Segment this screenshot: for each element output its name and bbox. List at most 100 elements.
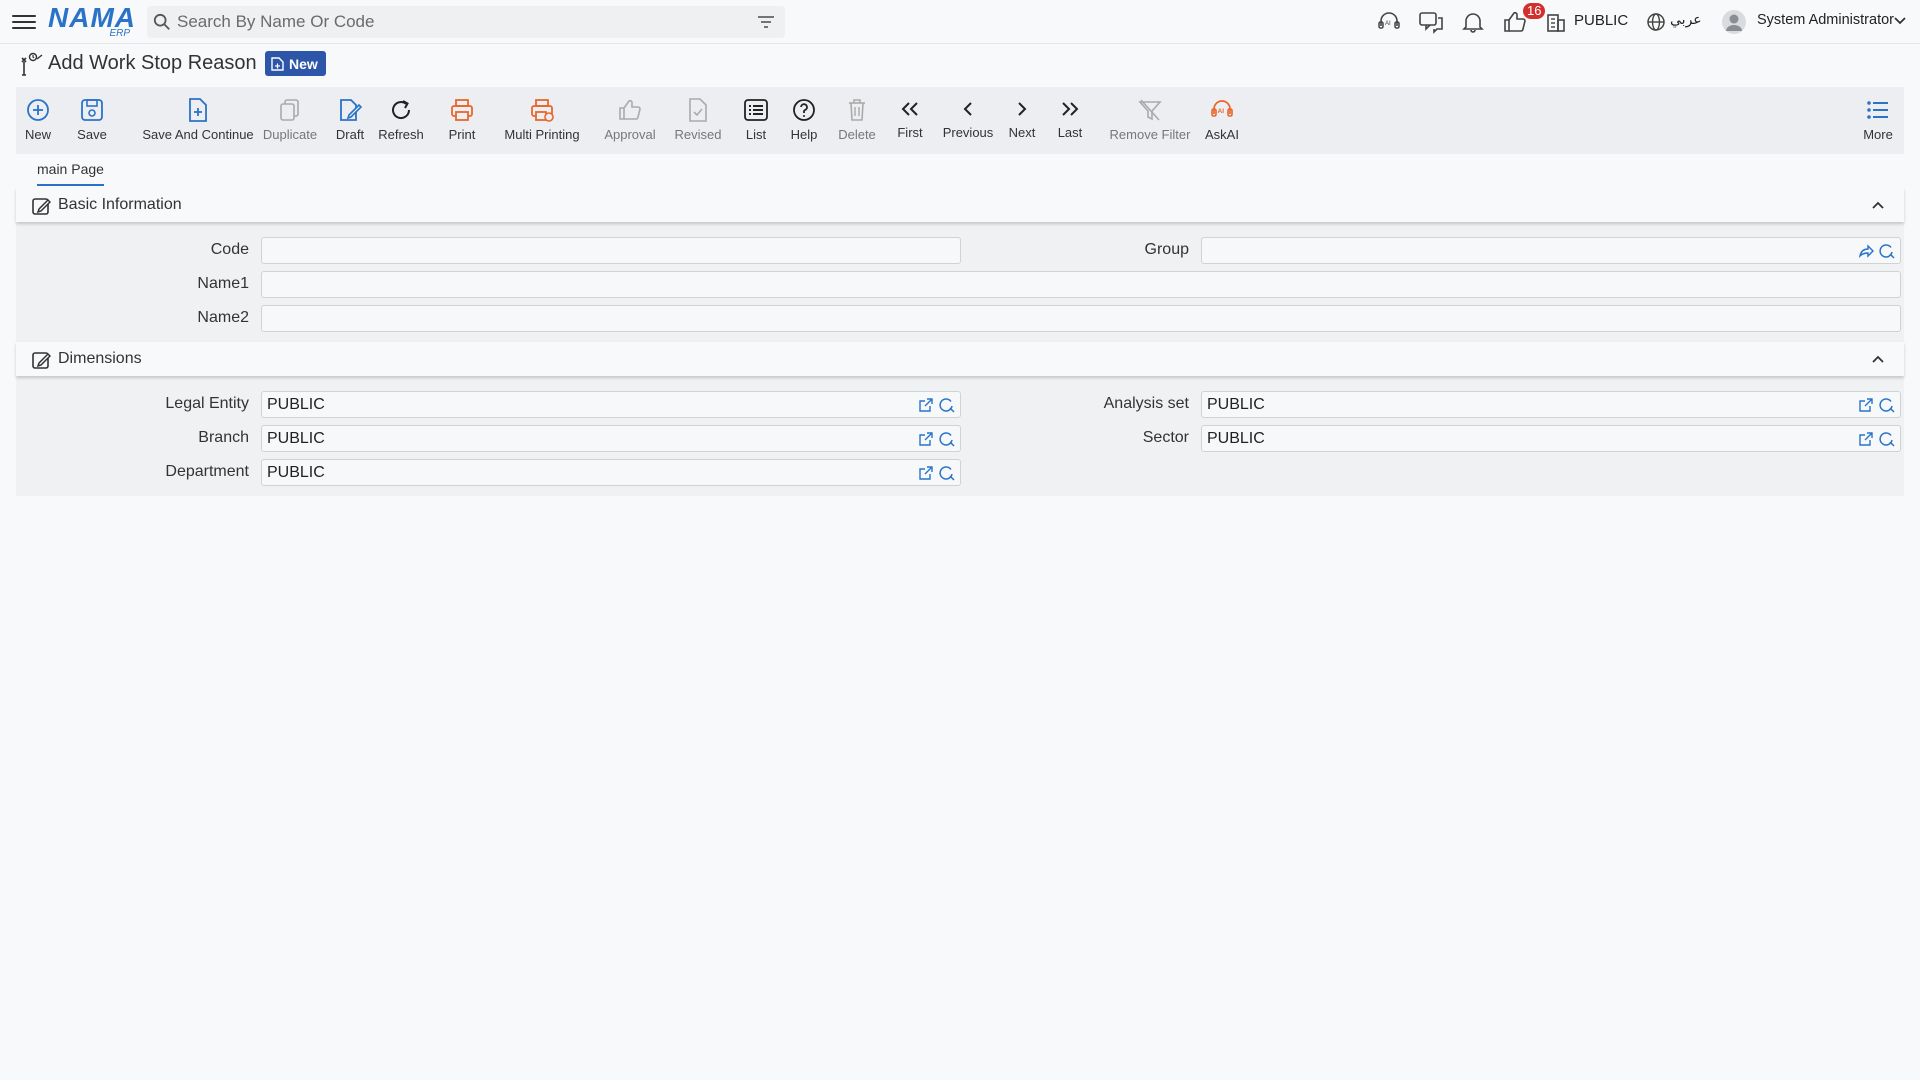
plus-circle-icon — [27, 99, 49, 121]
action-toolbar: New Save Save And Continue Duplicate Dra… — [16, 87, 1904, 154]
print-button[interactable]: Print — [444, 87, 480, 154]
lookup-search-icon[interactable] — [939, 397, 955, 413]
last-button[interactable]: Last — [1048, 87, 1092, 154]
dimensions-header[interactable]: Dimensions — [16, 342, 1904, 376]
approval-button-label: Approval — [604, 127, 656, 142]
app-logo[interactable]: NAMA ERP — [48, 4, 138, 40]
lookup-search-icon[interactable] — [939, 431, 955, 447]
chevron-up-icon[interactable] — [1870, 197, 1886, 213]
department-field[interactable]: PUBLIC — [261, 459, 961, 486]
name2-field[interactable] — [261, 305, 1901, 332]
lookup-search-icon[interactable] — [1879, 243, 1895, 259]
company-selector[interactable]: PUBLIC — [1574, 12, 1628, 29]
user-menu[interactable]: System Administrator — [1757, 12, 1894, 28]
save-button-label: Save — [77, 127, 107, 142]
ai-headset-icon: AI — [1211, 100, 1233, 117]
first-button[interactable]: First — [882, 87, 938, 154]
basic-information-header[interactable]: Basic Information — [16, 188, 1904, 222]
open-external-icon[interactable] — [918, 431, 934, 447]
previous-button[interactable]: Previous — [940, 87, 996, 154]
lookup-search-icon[interactable] — [1879, 397, 1895, 413]
globe-icon[interactable] — [1646, 10, 1666, 34]
filter-icon[interactable] — [757, 14, 775, 30]
chevron-up-icon[interactable] — [1870, 351, 1886, 367]
avatar[interactable] — [1722, 10, 1746, 34]
revised-doc-icon — [689, 98, 707, 122]
more-button[interactable]: More — [1860, 87, 1896, 154]
code-field[interactable] — [261, 237, 961, 264]
lookup-search-icon[interactable] — [1879, 431, 1895, 447]
draft-button[interactable]: Draft — [328, 87, 372, 154]
copy-icon — [280, 99, 299, 121]
sector-value: PUBLIC — [1207, 430, 1265, 447]
share-icon[interactable] — [1858, 243, 1874, 259]
department-label: Department — [165, 463, 249, 480]
draft-button-label: Draft — [335, 127, 365, 142]
print-button-label: Print — [448, 127, 476, 142]
lookup-search-icon[interactable] — [939, 465, 955, 481]
page-title: Add Work Stop Reason — [48, 52, 257, 74]
svg-text:AI: AI — [1218, 108, 1225, 115]
sector-label: Sector — [1142, 429, 1189, 446]
multi-printing-button[interactable]: Multi Printing — [494, 87, 590, 154]
first-button-label: First — [897, 125, 923, 140]
delete-button[interactable]: Delete — [824, 87, 890, 154]
next-button-label: Next — [1008, 125, 1036, 140]
language-switch[interactable]: عربي — [1670, 12, 1702, 28]
section-title: Dimensions — [58, 350, 142, 367]
analysis-set-label: Analysis set — [1103, 395, 1189, 412]
revised-button[interactable]: Revised — [660, 87, 736, 154]
refresh-button[interactable]: Refresh — [376, 87, 426, 154]
open-external-icon[interactable] — [1858, 431, 1874, 447]
logo-subtext: ERP — [109, 28, 130, 39]
save-and-continue-label: Save And Continue — [142, 127, 254, 142]
legal-entity-value: PUBLIC — [267, 396, 325, 413]
work-stop-icon — [21, 52, 43, 76]
legal-entity-field[interactable]: PUBLIC — [261, 391, 961, 418]
ai-assistant-icon[interactable]: AI — [1376, 10, 1402, 34]
open-external-icon[interactable] — [918, 465, 934, 481]
search-icon — [153, 13, 170, 30]
document-icon — [271, 56, 284, 71]
duplicate-button[interactable]: Duplicate — [258, 87, 322, 154]
chevron-down-icon[interactable] — [1893, 15, 1907, 27]
next-button[interactable]: Next — [1000, 87, 1044, 154]
askai-button[interactable]: AI AskAI — [1196, 87, 1248, 154]
branch-field[interactable]: PUBLIC — [261, 425, 961, 452]
sector-field[interactable]: PUBLIC — [1201, 425, 1901, 452]
tab-main-page[interactable]: main Page — [37, 161, 104, 186]
remove-filter-button[interactable]: Remove Filter — [1092, 87, 1208, 154]
open-external-icon[interactable] — [1858, 397, 1874, 413]
search-input[interactable] — [177, 6, 737, 38]
multi-printing-label: Multi Printing — [504, 127, 580, 142]
legal-entity-label: Legal Entity — [165, 395, 249, 412]
chevron-right-icon — [1018, 102, 1027, 116]
status-badge-label: New — [289, 55, 318, 72]
department-value: PUBLIC — [267, 464, 325, 481]
branch-value: PUBLIC — [267, 430, 325, 447]
basic-information-section: Basic Information Code Group Name1 Name2 — [16, 188, 1904, 342]
bell-icon[interactable] — [1460, 10, 1486, 34]
global-search — [147, 6, 785, 38]
previous-button-label: Previous — [942, 125, 994, 140]
chat-icon[interactable] — [1418, 10, 1444, 34]
svg-text:AI: AI — [1385, 21, 1391, 27]
duplicate-button-label: Duplicate — [262, 127, 318, 142]
help-button-label: Help — [790, 127, 818, 142]
list-icon — [744, 99, 768, 121]
group-field[interactable] — [1201, 237, 1901, 264]
delete-button-label: Delete — [838, 127, 876, 142]
dimensions-section: Dimensions Legal Entity PUBLIC Analysis … — [16, 342, 1904, 496]
filter-off-icon — [1138, 99, 1162, 121]
chevron-left-icon — [963, 102, 972, 116]
name1-field[interactable] — [261, 271, 1901, 298]
save-button[interactable]: Save — [76, 87, 108, 154]
save-and-continue-button[interactable]: Save And Continue — [130, 87, 266, 154]
open-external-icon[interactable] — [918, 397, 934, 413]
menu-icon[interactable] — [12, 11, 36, 33]
new-button[interactable]: New — [24, 87, 52, 154]
more-button-label: More — [1863, 127, 1893, 142]
help-icon — [793, 99, 815, 121]
draft-icon — [340, 99, 363, 121]
analysis-set-field[interactable]: PUBLIC — [1201, 391, 1901, 418]
